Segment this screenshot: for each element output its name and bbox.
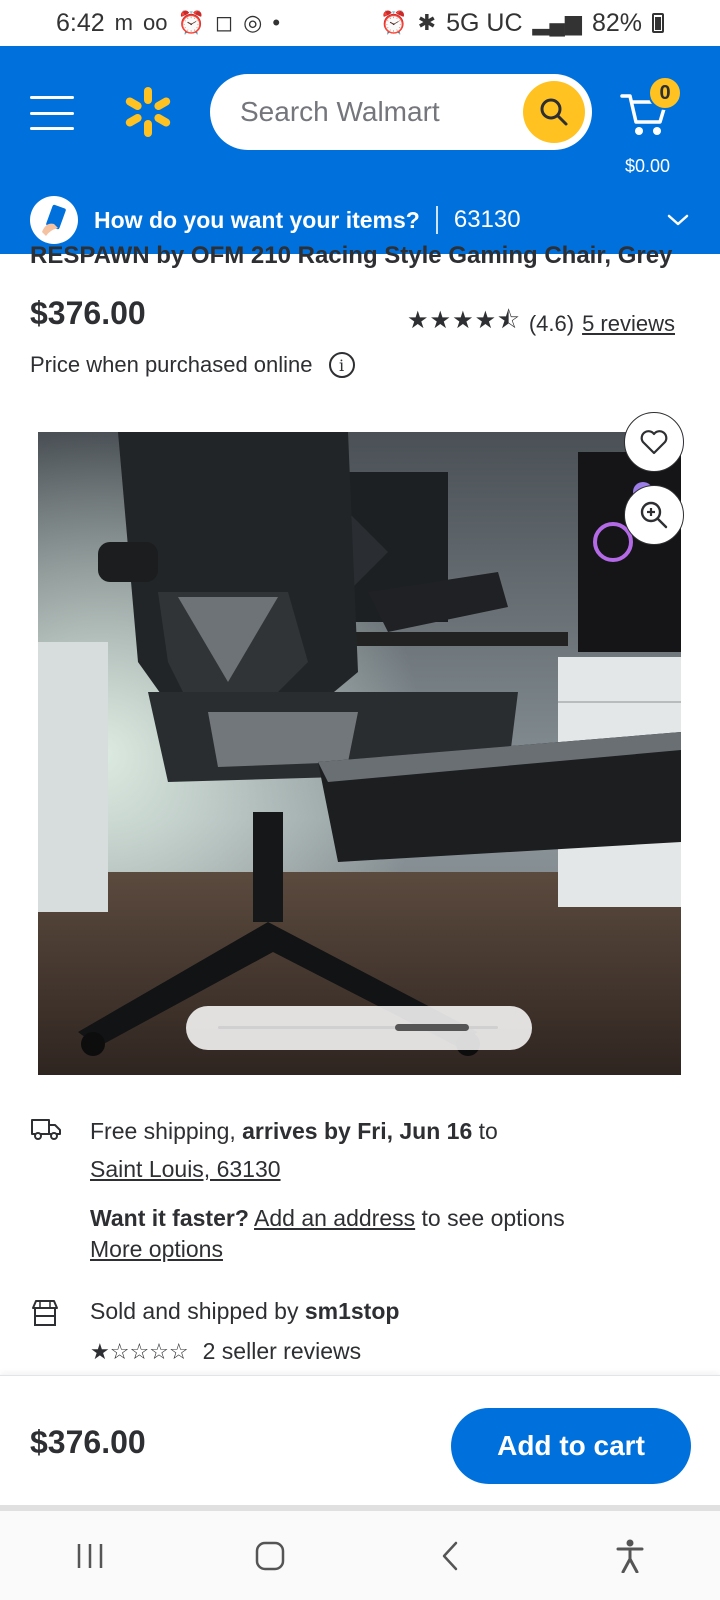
seller-rating-stars-icon: ★☆☆☆☆ [90,1338,189,1364]
dot-icon: • [272,10,281,35]
home-icon [255,1541,285,1570]
battery-icon [652,13,664,33]
location-link[interactable]: Saint Louis, 63130 [90,1156,281,1182]
chevron-down-icon [667,214,689,226]
shipping-prefix: Free shipping, [90,1118,243,1144]
add-address-link[interactable]: Add an address [254,1205,415,1231]
walmart-spark-logo[interactable] [122,86,174,138]
bluetooth-icon: ✱ [417,10,437,35]
back-icon [442,1541,458,1570]
rating-stars-icon: ★★★★⯪ [407,307,521,334]
alarm-icon: ⏰ [177,10,205,35]
seller-reviews-text: 2 seller reviews [202,1338,362,1364]
alarm-icon: ⏰ [380,10,408,35]
cart-count-badge: 0 [648,76,682,110]
shipping-text: Free shipping, arrives by Fri, Jun 16 to… [90,1112,690,1188]
accessibility-button[interactable] [590,1526,670,1586]
heart-icon [640,430,668,455]
cart-button[interactable]: 0 $0.00 [620,76,700,176]
reviews-link[interactable]: 5 reviews [582,311,675,337]
product-price: $376.00 [30,295,146,331]
info-icon[interactable]: i [328,352,355,378]
faster-label: Want it faster? [90,1205,249,1231]
search-icon [540,98,568,126]
status-bar: 6:42 m oo ⏰ ◻ ◎ • ⏰ ✱ 5G UC ▂▄▆ 82% [0,0,720,46]
phone-hand-icon [30,196,78,244]
back-button[interactable] [410,1526,490,1586]
seller-prefix: Sold and shipped by [90,1298,305,1324]
arrival-date: arrives by Fri, Jun 16 [242,1118,473,1144]
signal-icon: ▂▄▆ [532,10,582,35]
rating-value: (4.6) [528,310,575,336]
status-right: ⏰ ✱ 5G UC ▂▄▆ 82% [380,9,664,38]
carrier-icon: m [114,10,133,35]
zoom-in-icon [640,501,668,529]
product-rating[interactable]: ★★★★⯪ (4.6) 5 reviews [407,303,675,344]
image-carousel-scrollbar[interactable] [186,1006,532,1050]
system-navigation-bar [0,1511,720,1600]
footer-price: $376.00 [30,1424,146,1460]
favorite-button[interactable] [624,412,684,472]
recent-apps-icon [77,1543,103,1568]
product-title: RESPAWN by OFM 210 Racing Style Gaming C… [30,242,673,269]
menu-icon [30,96,74,99]
zoom-button[interactable] [624,485,684,545]
network-label: 5G UC [446,8,523,37]
status-time: 6:42 [56,8,105,37]
shipping-suffix: to [472,1118,498,1144]
menu-button[interactable] [30,96,74,130]
sticky-add-to-cart-bar: $376.00 Add to cart [0,1375,720,1507]
store-icon [32,1300,58,1326]
accessibility-icon [616,1539,644,1573]
price-note: Price when purchased online i [30,352,355,378]
price-note-text: Price when purchased online [30,352,313,377]
faster-delivery-info: Want it faster? Add an address to see op… [90,1200,690,1236]
cart-total: $0.00 [625,156,671,176]
carousel-position-indicator[interactable] [395,1024,470,1031]
chrome-icon: ◎ [243,10,263,35]
faster-suffix: to see options [415,1205,565,1231]
truck-icon [31,1119,61,1140]
header: Search Walmart 0 $0.00 How do you want y… [0,46,720,254]
battery-percent: 82% [591,8,642,37]
seller-name[interactable]: sm1stop [305,1298,400,1324]
search-input[interactable]: Search Walmart [210,74,592,150]
instagram-icon: ◻ [214,10,234,35]
more-options-link[interactable]: More options [90,1236,223,1263]
delivery-zip: 63130 [453,206,521,233]
delivery-question: How do you want your items? [94,206,420,233]
delivery-divider [435,206,438,234]
add-to-cart-button[interactable]: Add to cart [451,1408,691,1484]
product-image[interactable] [38,432,681,1075]
seller-reviews[interactable]: ★☆☆☆☆ 2 seller reviews [90,1338,361,1365]
status-left: 6:42 m oo ⏰ ◻ ◎ • [56,9,280,38]
recent-apps-button[interactable] [50,1526,130,1586]
gaming-chair-photo [38,432,681,1075]
home-button[interactable] [230,1526,310,1586]
search-button[interactable] [523,81,585,143]
voicemail-icon: oo [143,10,168,35]
seller-text: Sold and shipped by sm1stop [90,1298,399,1325]
